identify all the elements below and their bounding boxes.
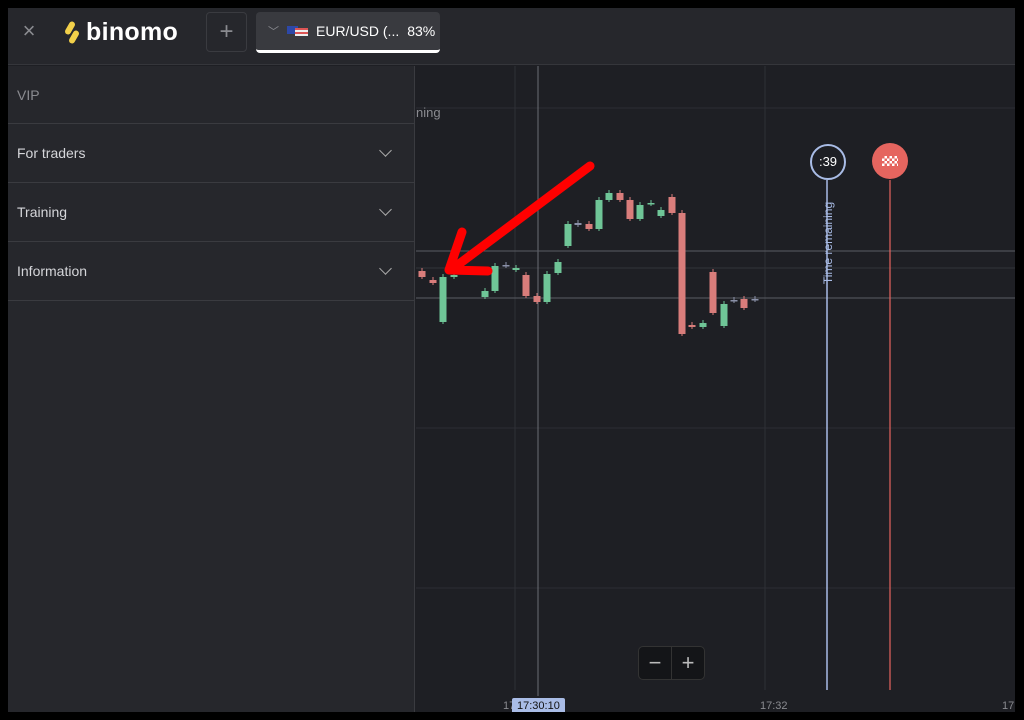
- candle: [699, 323, 707, 327]
- candle: [585, 224, 593, 229]
- logo-icon: [63, 19, 81, 45]
- cursor-time-label: 17:30:10: [512, 698, 565, 712]
- candle: [574, 223, 582, 225]
- candle: [636, 205, 644, 219]
- candle: [418, 271, 426, 277]
- annotation-arrow: [444, 161, 595, 276]
- zoom-out-button[interactable]: −: [639, 647, 672, 679]
- zoom-in-button[interactable]: +: [672, 647, 704, 679]
- zoom-controls: − +: [638, 646, 705, 680]
- candle: [647, 203, 655, 205]
- candle: [709, 272, 717, 313]
- close-icon[interactable]: ×: [20, 20, 38, 42]
- candle: [512, 268, 520, 270]
- price-chart[interactable]: ning :39 Time remaining − + 17: 17:32 17…: [416, 66, 1015, 712]
- logo: binomo: [63, 18, 179, 47]
- candle: [668, 197, 676, 213]
- sidebar-item-vip[interactable]: VIP: [8, 66, 414, 124]
- candle: [678, 213, 686, 334]
- candle: [605, 193, 613, 200]
- sidebar-item-information[interactable]: Information: [8, 242, 414, 301]
- logo-text: binomo: [86, 18, 179, 46]
- sidebar-item-label: VIP: [17, 86, 40, 103]
- candle: [688, 325, 696, 327]
- sidebar-item-label: Training: [17, 204, 68, 220]
- candle: [616, 193, 624, 200]
- candle: [439, 277, 447, 322]
- sidebar-menu: VIP For traders Training Information: [8, 66, 415, 712]
- sidebar-item-label: Information: [17, 263, 88, 279]
- sidebar-item-training[interactable]: Training: [8, 183, 414, 242]
- asset-selector[interactable]: ﹀ EUR/USD (... 83%: [256, 12, 440, 53]
- asset-payout: 83%: [407, 23, 436, 39]
- eu-us-flag-icon: [287, 26, 308, 36]
- timer-badge: :39: [810, 144, 846, 180]
- candle: [491, 266, 499, 291]
- candle: [450, 275, 458, 277]
- candlestick-chart: [416, 66, 1015, 696]
- candle: [502, 265, 510, 267]
- candle: [595, 200, 603, 229]
- chevron-down-icon: [379, 203, 392, 216]
- candle: [554, 262, 562, 273]
- candle: [429, 280, 437, 283]
- chevron-down-icon: ﹀: [268, 26, 279, 38]
- app-window: × binomo + ﹀ EUR/USD (... 83% VIP For tr…: [8, 8, 1015, 712]
- candle: [564, 224, 572, 246]
- add-asset-button[interactable]: +: [206, 12, 247, 52]
- sidebar-item-label: For traders: [17, 145, 86, 161]
- finish-flag-icon: [872, 143, 908, 179]
- asset-name: EUR/USD (...: [316, 23, 400, 39]
- chevron-down-icon: [379, 262, 392, 275]
- candle: [730, 300, 738, 302]
- candle: [720, 304, 728, 326]
- time-remaining-label: Time remaining: [821, 201, 835, 285]
- candle: [657, 210, 665, 216]
- candle: [533, 296, 541, 302]
- candle: [543, 274, 551, 302]
- candle: [740, 299, 748, 308]
- sidebar-item-for-traders[interactable]: For traders: [8, 124, 414, 183]
- time-axis-label: 17:: [1002, 700, 1015, 712]
- time-axis-label: 17:32: [760, 700, 788, 712]
- chevron-down-icon: [379, 144, 392, 157]
- candle: [481, 291, 489, 297]
- candle: [751, 299, 759, 301]
- partial-label: ning: [416, 105, 441, 120]
- candle: [522, 275, 530, 296]
- header: × binomo + ﹀ EUR/USD (... 83%: [8, 8, 1015, 65]
- candle: [626, 200, 634, 219]
